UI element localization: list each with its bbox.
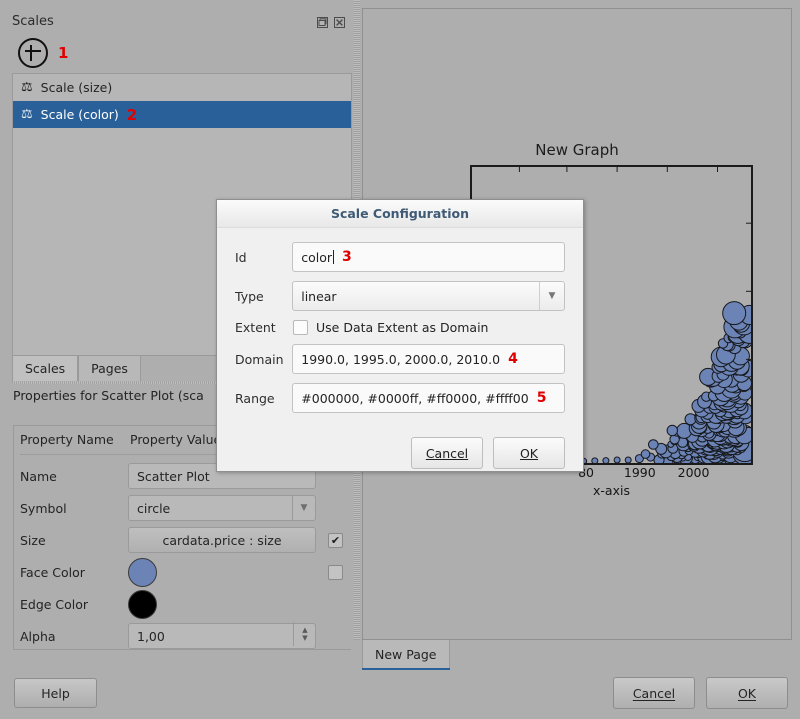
ok-button-label: OK <box>738 686 756 701</box>
face-color-enabled-checkbox[interactable] <box>328 565 343 580</box>
dialog-cancel-button[interactable]: Cancel <box>411 437 483 469</box>
property-row-symbol: Symbol circle ▼ <box>20 494 316 522</box>
dialog-row-domain: Domain 1990.0, 1995.0, 2000.0, 2010.0 4 <box>235 344 565 374</box>
tab-pages[interactable]: Pages <box>78 355 141 381</box>
dialog-ok-label: OK <box>520 446 538 461</box>
column-header-property-value: Property Value <box>130 432 221 447</box>
dialog-row-extent: Extent Use Data Extent as Domain <box>235 320 565 335</box>
dialog-title: Scale Configuration <box>217 200 583 228</box>
property-row-edge-color: Edge Color <box>20 590 157 618</box>
properties-header: Properties for Scatter Plot (sca <box>13 388 204 403</box>
add-scale-button[interactable] <box>18 38 48 68</box>
dialog-ok-button[interactable]: OK <box>493 437 565 469</box>
close-icon[interactable] <box>334 17 345 28</box>
list-item-label: Scale (size) <box>41 80 113 95</box>
type-select-value: linear <box>301 289 336 304</box>
ok-button[interactable]: OK <box>706 677 788 709</box>
x-axis-label: x-axis <box>470 483 753 498</box>
property-row-face-color: Face Color <box>20 558 157 586</box>
id-input-value: color <box>301 250 332 265</box>
list-item[interactable]: ⚖ Scale (size) <box>13 74 351 101</box>
dialog-row-range: Range #000000, #0000ff, #ff0000, #ffff00… <box>235 383 565 413</box>
use-data-extent-checkbox[interactable] <box>293 320 308 335</box>
id-input[interactable]: color 3 <box>292 242 565 272</box>
float-icon[interactable] <box>317 17 328 28</box>
alpha-value: 1,00 <box>137 629 165 644</box>
property-label: Symbol <box>20 501 128 516</box>
chevron-down-icon: ▼ <box>292 496 315 520</box>
annotation-marker-5: 5 <box>537 390 547 406</box>
use-data-extent-label: Use Data Extent as Domain <box>316 320 488 335</box>
scale-configuration-dialog[interactable]: Scale Configuration Id color 3 Type line… <box>216 199 584 472</box>
property-row-size: Size cardata.price : size <box>20 526 316 554</box>
list-item[interactable]: ⚖ Scale (color) 2 <box>13 101 351 128</box>
symbol-select-value: circle <box>137 501 170 516</box>
annotation-marker-2: 2 <box>127 106 137 124</box>
cancel-button[interactable]: Cancel <box>613 677 695 709</box>
chevron-down-icon: ▼ <box>539 282 564 310</box>
domain-input-value: 1990.0, 1995.0, 2000.0, 2010.0 <box>301 352 500 367</box>
size-enabled-checkbox[interactable]: ✔ <box>328 533 343 548</box>
scales-panel-window-buttons <box>317 17 345 28</box>
domain-input[interactable]: 1990.0, 1995.0, 2000.0, 2010.0 4 <box>292 344 565 374</box>
cancel-button-label: Cancel <box>633 686 675 701</box>
dialog-label-extent: Extent <box>235 320 293 335</box>
property-label: Size <box>20 533 128 548</box>
balance-scale-icon: ⚖ <box>21 81 33 94</box>
x-tick-label: 2000 <box>678 465 710 480</box>
dialog-label-range: Range <box>235 391 292 406</box>
help-button[interactable]: Help <box>14 678 97 708</box>
scales-panel-title: Scales <box>12 14 54 29</box>
annotation-marker-4: 4 <box>508 351 518 367</box>
balance-scale-icon: ⚖ <box>21 108 33 121</box>
dialog-button-row: Cancel OK <box>411 437 565 469</box>
text-caret <box>333 250 334 264</box>
list-item-label: Scale (color) <box>41 107 119 122</box>
range-input[interactable]: #000000, #0000ff, #ff0000, #ffff00 5 <box>292 383 565 413</box>
type-select[interactable]: linear ▼ <box>292 281 565 311</box>
property-label: Name <box>20 469 128 484</box>
tab-scales[interactable]: Scales <box>12 355 78 381</box>
annotation-marker-3: 3 <box>342 249 352 265</box>
tab-new-page[interactable]: New Page <box>362 640 450 670</box>
property-label: Edge Color <box>20 597 128 612</box>
add-scale-row: 1 <box>18 38 68 68</box>
property-label: Alpha <box>20 629 128 644</box>
dialog-row-type: Type linear ▼ <box>235 281 565 311</box>
dialog-label-domain: Domain <box>235 352 292 367</box>
property-label: Face Color <box>20 565 128 580</box>
alpha-stepper[interactable]: 1,00 ▲▼ <box>128 623 316 649</box>
edge-color-swatch[interactable] <box>128 590 157 619</box>
range-input-value: #000000, #0000ff, #ff0000, #ffff00 <box>301 391 528 406</box>
size-mapping-button[interactable]: cardata.price : size <box>128 527 316 553</box>
dialog-cancel-label: Cancel <box>426 446 468 461</box>
annotation-marker-1: 1 <box>58 44 68 62</box>
dialog-row-id: Id color 3 <box>235 242 565 272</box>
dialog-label-type: Type <box>235 289 292 304</box>
page-tab-bar: New Page <box>360 640 792 672</box>
property-row-alpha: Alpha 1,00 ▲▼ <box>20 622 316 650</box>
stepper-arrows-icon[interactable]: ▲▼ <box>293 622 316 646</box>
x-tick-label: 1990 <box>624 465 656 480</box>
left-tab-bar: Scales Pages <box>12 355 141 381</box>
symbol-select[interactable]: circle ▼ <box>128 495 316 521</box>
column-header-property-name: Property Name <box>20 432 130 447</box>
chart-title: New Graph <box>362 141 792 159</box>
face-color-swatch[interactable] <box>128 558 157 587</box>
dialog-label-id: Id <box>235 250 292 265</box>
